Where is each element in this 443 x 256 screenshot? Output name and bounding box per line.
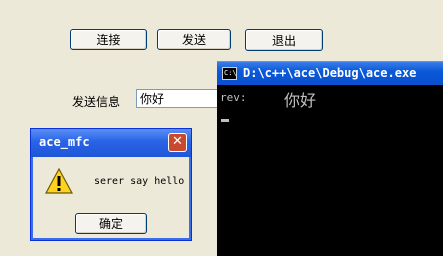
message-box-titlebar[interactable]: ace_mfc ✕ <box>31 129 191 157</box>
console-output: rev: 你好 <box>217 85 443 256</box>
warning-icon <box>44 167 74 194</box>
console-cursor <box>221 119 229 122</box>
console-titlebar[interactable]: C:\ D:\c++\ace\Debug\ace.exe <box>217 61 443 85</box>
console-title: D:\c++\ace\Debug\ace.exe <box>243 66 417 80</box>
message-box-text: serer say hello <box>94 176 185 187</box>
message-box-title: ace_mfc <box>39 135 90 149</box>
console-window: C:\ D:\c++\ace\Debug\ace.exe rev: 你好 <box>217 61 443 256</box>
close-icon[interactable]: ✕ <box>168 133 187 152</box>
connect-button[interactable]: 连接 <box>70 29 147 50</box>
send-info-input[interactable] <box>136 89 222 108</box>
send-button[interactable]: 发送 <box>157 29 231 50</box>
send-info-label: 发送信息 <box>72 95 121 109</box>
message-box: ace_mfc ✕ serer say hello 确定 <box>30 128 192 241</box>
exit-button[interactable]: 退出 <box>245 29 323 51</box>
ok-button[interactable]: 确定 <box>75 213 147 234</box>
console-message: 你好 <box>284 91 317 110</box>
console-prefix: rev: <box>220 91 247 104</box>
console-app-icon: C:\ <box>222 67 237 80</box>
